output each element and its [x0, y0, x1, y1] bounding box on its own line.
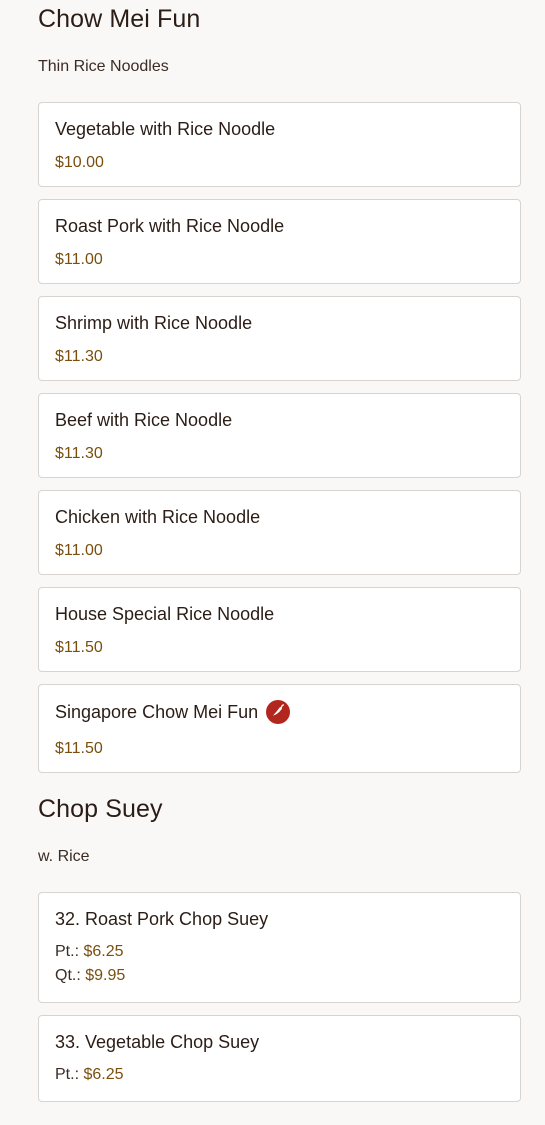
item-price: $6.25 — [83, 1066, 124, 1083]
menu-item-card[interactable]: Singapore Chow Mei Fun $11.50 — [38, 684, 521, 773]
item-name: Chicken with Rice Noodle — [55, 506, 261, 527]
item-name: Singapore Chow Mei Fun — [55, 701, 259, 722]
item-price: $11.50 — [55, 740, 103, 757]
item-name: Shrimp with Rice Noodle — [55, 312, 253, 333]
item-name: Vegetable with Rice Noodle — [55, 118, 276, 139]
item-name: 33. Vegetable Chop Suey — [55, 1031, 260, 1052]
menu-item-card[interactable]: 33. Vegetable Chop Suey Pt.: $6.25 — [38, 1015, 521, 1102]
price-list: Pt.: $6.25 Qt.: $9.95 — [55, 940, 504, 988]
item-price: $9.95 — [85, 967, 126, 984]
section-subtitle: Thin Rice Noodles — [38, 58, 169, 75]
item-name: Roast Pork with Rice Noodle — [55, 215, 285, 236]
item-price: $11.30 — [55, 445, 103, 462]
menu-item-card[interactable]: Beef with Rice Noodle $11.30 — [38, 393, 521, 478]
menu-item-card[interactable]: House Special Rice Noodle $11.50 — [38, 587, 521, 672]
price-list: Pt.: $6.25 — [55, 1063, 504, 1087]
size-label: Pt.: — [55, 1066, 80, 1083]
size-label: Qt.: — [55, 967, 81, 984]
section-title-chow-mei-fun: Chow Mei Fun — [38, 5, 201, 33]
item-name: 32. Roast Pork Chop Suey — [55, 908, 269, 929]
item-price: $11.30 — [55, 348, 103, 365]
size-label: Pt.: — [55, 943, 80, 960]
menu-item-card[interactable]: Vegetable with Rice Noodle $10.00 — [38, 102, 521, 187]
menu-page: Chow Mei Fun Thin Rice Noodles Vegetable… — [0, 0, 545, 1102]
item-price: $11.00 — [55, 251, 103, 268]
item-price: $11.00 — [55, 542, 103, 559]
spicy-icon — [266, 700, 291, 724]
menu-item-card[interactable]: Shrimp with Rice Noodle $11.30 — [38, 296, 521, 381]
item-price: $6.25 — [83, 943, 124, 960]
menu-item-card[interactable]: Roast Pork with Rice Noodle $11.00 — [38, 199, 521, 284]
item-price: $11.50 — [55, 639, 103, 656]
menu-item-card[interactable]: 32. Roast Pork Chop Suey Pt.: $6.25 Qt.:… — [38, 892, 521, 1003]
section-title-chop-suey: Chop Suey — [38, 795, 163, 823]
menu-item-card[interactable]: Chicken with Rice Noodle $11.00 — [38, 490, 521, 575]
item-name: House Special Rice Noodle — [55, 603, 275, 624]
section-subtitle: w. Rice — [38, 848, 90, 865]
item-name-row: Singapore Chow Mei Fun — [55, 700, 504, 724]
item-name: Beef with Rice Noodle — [55, 409, 233, 430]
item-price: $10.00 — [55, 154, 104, 171]
